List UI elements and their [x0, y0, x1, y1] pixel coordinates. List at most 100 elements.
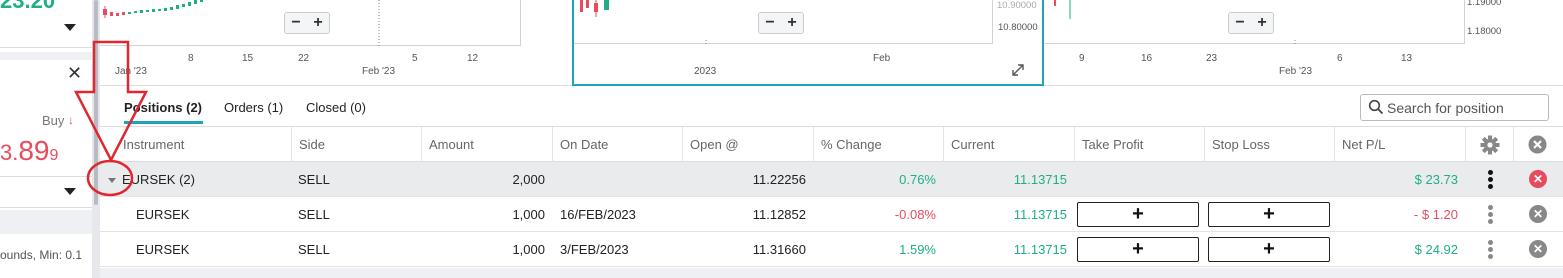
x-tick: 6 [1337, 53, 1343, 64]
y-tick: 1.19000 [1467, 0, 1502, 8]
chart-3[interactable]: − + 1.19000 1.18000 9 16 23 Feb '23 6 13 [1045, 0, 1563, 86]
add-stop-loss-button[interactable]: + [1208, 237, 1330, 262]
cell-on-date: 3/FEB/2023 [560, 242, 629, 257]
price-main: 89 [18, 135, 50, 166]
chevron-down-icon[interactable] [64, 188, 76, 195]
cell-side: SELL [298, 172, 330, 187]
positions-panel: Positions (2) Orders (1) Closed (0) Sear… [100, 88, 1563, 278]
table-row-group[interactable]: EURSEK (2) SELL 2,000 11.22256 0.76% 11.… [100, 162, 1563, 197]
rounds-hint: ounds, Min: 0.1 [0, 248, 83, 262]
col-change[interactable]: % Change [814, 127, 944, 162]
zoom-controls: − + [284, 12, 330, 34]
panel-splitter[interactable] [92, 0, 100, 278]
splitter-scrollbar[interactable] [94, 0, 98, 205]
x-tick: Jan '23 [115, 66, 147, 77]
search-icon [1368, 99, 1384, 115]
price-prefix: 3. [0, 140, 19, 165]
cell-open: 11.22256 [752, 172, 806, 187]
cell-instrument: EURSEK [136, 207, 190, 222]
y-tick: 10.80000 [998, 22, 1038, 33]
table-footer [100, 268, 1563, 278]
zoom-in-button[interactable]: + [1251, 13, 1273, 33]
trade-side-panel: 23.20 ✕ Buy ↓ 3.899 ounds, Min: 0.1 [0, 0, 92, 278]
x-tick: 8 [188, 53, 194, 64]
table-header: Instrument Side Amount On Date Open @ % … [100, 126, 1563, 162]
col-stop-loss[interactable]: Stop Loss [1205, 127, 1335, 162]
zoom-out-button[interactable]: − [1229, 13, 1251, 33]
x-tick: Feb '23 [1279, 66, 1313, 77]
col-instrument[interactable]: Instrument [116, 127, 292, 162]
expand-icon[interactable] [1012, 64, 1024, 76]
table-row[interactable]: EURSEK SELL 1,000 3/FEB/2023 11.31660 1.… [100, 232, 1563, 267]
gear-icon[interactable] [1480, 135, 1500, 155]
chevron-down-icon[interactable] [108, 178, 116, 183]
charts-strip: − + Jan '23 8 15 22 Feb '23 5 12 − + 10.… [100, 0, 1563, 86]
candles [580, 0, 609, 17]
col-take-profit[interactable]: Take Profit [1075, 127, 1205, 162]
close-icon[interactable]: ✕ [67, 63, 82, 84]
x-tick: 12 [467, 53, 479, 64]
tab-closed[interactable]: Closed (0) [306, 100, 366, 115]
cell-side: SELL [298, 207, 330, 222]
x-tick: 13 [1401, 53, 1413, 64]
x-tick: 22 [298, 53, 310, 64]
chart-2[interactable]: − + 10.80000 10.90000 2023 Feb [572, 0, 1044, 86]
amount-select[interactable] [0, 176, 92, 208]
cell-on-date: 16/FEB/2023 [560, 207, 636, 222]
tab-orders[interactable]: Orders (1) [224, 100, 283, 115]
cell-amount: 2,000 [512, 172, 545, 187]
cell-current: 11.13715 [1013, 172, 1067, 187]
close-position-icon[interactable]: ✕ [1529, 170, 1547, 188]
x-tick: 2023 [694, 66, 717, 77]
col-open[interactable]: Open @ [683, 127, 814, 162]
cell-current: 11.13715 [1013, 242, 1067, 257]
col-amount[interactable]: Amount [422, 127, 553, 162]
y-tick-partial: 10.90000 [997, 0, 1037, 11]
chart-1[interactable]: − + Jan '23 8 15 22 Feb '23 5 12 [100, 0, 573, 86]
close-circle-icon[interactable] [1528, 135, 1547, 154]
buy-price[interactable]: 3.899 [0, 135, 58, 167]
zoom-controls: − + [1228, 12, 1274, 34]
table-row[interactable]: EURSEK SELL 1,000 16/FEB/2023 11.12852 -… [100, 197, 1563, 232]
col-settings [1466, 127, 1514, 162]
cell-net-pl: - $ 1.20 [1413, 207, 1458, 222]
buy-label[interactable]: Buy [42, 113, 64, 128]
zoom-out-button[interactable]: − [285, 13, 307, 33]
cell-net-pl: $ 24.92 [1414, 242, 1458, 257]
cell-instrument: EURSEK [136, 242, 190, 257]
col-net-pl[interactable]: Net P/L [1335, 127, 1466, 162]
cell-change: -0.08% [894, 207, 936, 222]
zoom-in-button[interactable]: + [307, 13, 329, 33]
x-tick: 9 [1079, 53, 1085, 64]
add-stop-loss-button[interactable]: + [1208, 202, 1330, 227]
search-placeholder: Search for position [1387, 100, 1504, 116]
active-tab-indicator [124, 121, 203, 124]
close-position-icon[interactable]: ✕ [1529, 205, 1547, 223]
x-tick: 5 [412, 53, 418, 64]
zoom-controls: − + [758, 12, 804, 34]
candles [1054, 0, 1071, 19]
zoom-in-button[interactable]: + [781, 13, 803, 33]
add-take-profit-button[interactable]: + [1077, 237, 1199, 262]
rate-value: 23.20 [0, 0, 56, 13]
close-position-icon[interactable]: ✕ [1529, 240, 1547, 258]
cell-side: SELL [298, 242, 330, 257]
x-tick: Feb '23 [362, 66, 396, 77]
zoom-out-button[interactable]: − [759, 13, 781, 33]
col-current[interactable]: Current [944, 127, 1075, 162]
col-on-date[interactable]: On Date [553, 127, 683, 162]
search-input[interactable]: Search for position [1360, 94, 1549, 121]
price-suffix: 9 [49, 147, 59, 164]
more-options-icon[interactable] [1488, 240, 1494, 260]
more-options-icon[interactable] [1488, 170, 1494, 190]
add-take-profit-button[interactable]: + [1077, 202, 1199, 227]
chevron-down-icon[interactable] [64, 24, 76, 31]
cell-change: 1.59% [899, 242, 936, 257]
col-side[interactable]: Side [292, 127, 422, 162]
arrow-down-icon: ↓ [68, 113, 74, 127]
col-close [1514, 127, 1563, 162]
cell-net-pl: $ 23.73 [1414, 172, 1458, 187]
tab-positions[interactable]: Positions (2) [124, 100, 202, 115]
more-options-icon[interactable] [1488, 205, 1494, 225]
x-tick: 15 [242, 53, 254, 64]
